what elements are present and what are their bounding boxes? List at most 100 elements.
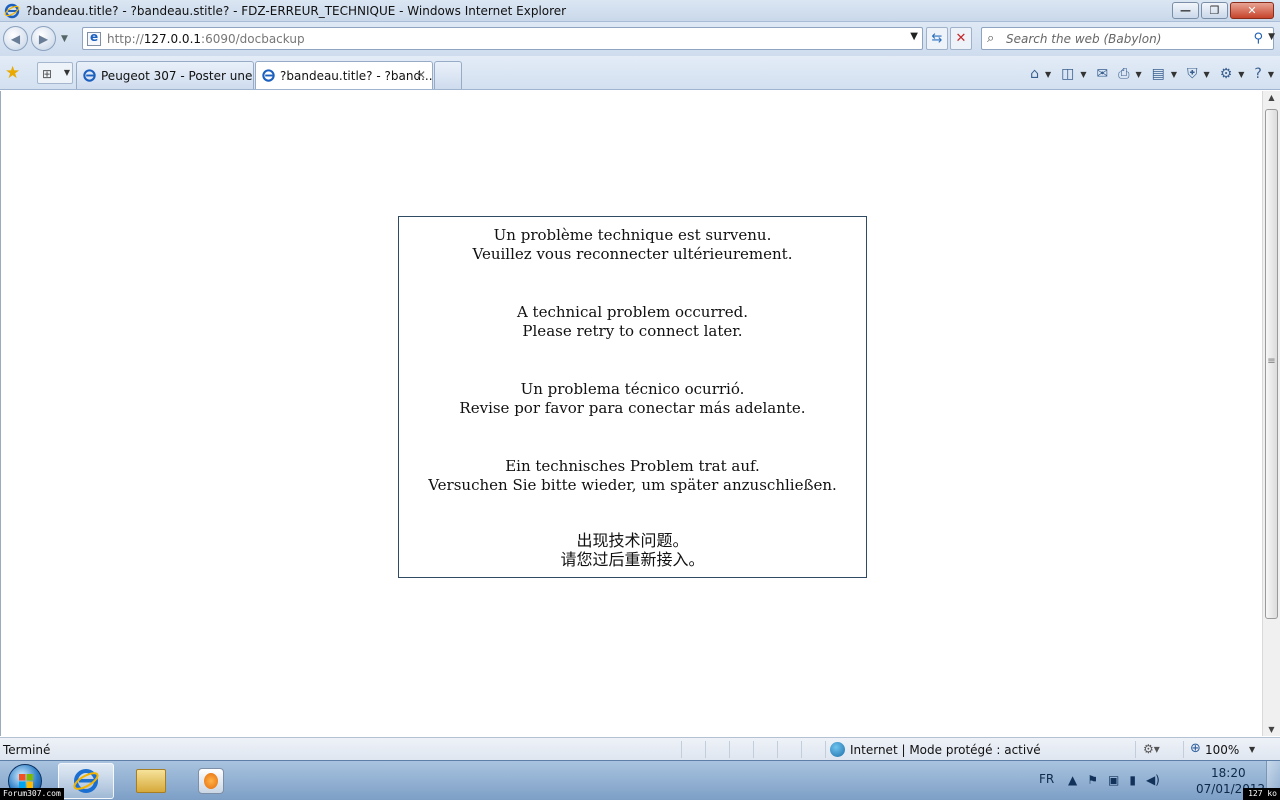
help-icon: ? <box>1254 66 1262 82</box>
tools-menu-button[interactable]: ⚙ ▼ <box>1218 64 1247 84</box>
favorites-star-icon[interactable]: ★ <box>5 63 20 83</box>
rss-icon: ◫ <box>1061 66 1075 82</box>
read-mail-button[interactable]: ✉ <box>1095 64 1111 84</box>
zoom-dropdown-icon[interactable]: ▼ <box>1249 745 1255 754</box>
media-player-icon[interactable] <box>198 768 224 794</box>
minimize-icon: — <box>1180 4 1191 17</box>
url-path: :6090/docbackup <box>201 32 305 46</box>
scrollbar-thumb[interactable] <box>1265 109 1278 619</box>
forward-button[interactable]: ▶ <box>31 26 56 51</box>
action-center-flag-icon[interactable]: ⚑ <box>1087 773 1098 787</box>
clock-time[interactable]: 18:20 <box>1211 766 1246 780</box>
feeds-button[interactable]: ◫ ▼ <box>1059 64 1088 84</box>
system-tray: ▲ ⚑ ▣ ▮ ◀) <box>1068 773 1160 787</box>
address-dropdown-icon[interactable]: ▼ <box>910 31 918 42</box>
url-prefix: http:// <box>107 32 144 46</box>
taskbar-ie-button[interactable] <box>58 763 114 799</box>
error-line: 请您过后重新接入。 <box>560 550 705 569</box>
volume-icon[interactable]: ◀) <box>1146 773 1160 787</box>
quick-tabs-button[interactable]: ⊞ ▼ <box>37 62 73 84</box>
status-divider <box>777 741 778 758</box>
search-box[interactable]: ⌕ Search the web (Babylon) ⚲ ▼ <box>981 27 1275 50</box>
navigation-bar: ◀ ▶ ▼ http://127.0.0.1:6090/docbackup ▼ … <box>0 22 1280 56</box>
command-bar: ⌂ ▼ ◫ ▼ ✉ ⎙ ▼ ▤ ▼ ⛨ ▼ ⚙ ▼ ? ▼ <box>1028 63 1276 85</box>
vertical-scrollbar[interactable]: ▲ ▼ <box>1262 91 1280 736</box>
refresh-button[interactable]: ⇆ <box>926 27 948 50</box>
forum-watermark: Forum307.com <box>0 788 64 800</box>
error-line: Versuchen Sie bitte wieder, um später an… <box>428 476 837 494</box>
minimize-button[interactable]: — <box>1172 2 1199 19</box>
windows-explorer-folder-icon[interactable] <box>136 769 166 793</box>
page-dropdown-icon[interactable]: ▼ <box>1171 70 1177 79</box>
ie-page-icon <box>83 69 96 82</box>
error-message-fr: Un problème technique est survenu. Veuil… <box>399 226 866 264</box>
error-line: Ein technisches Problem trat auf. <box>505 457 760 475</box>
mail-icon: ✉ <box>1096 66 1109 82</box>
scroll-up-icon[interactable]: ▲ <box>1263 93 1280 102</box>
protected-mode-icon[interactable]: ⚙▾ <box>1143 742 1160 756</box>
ie-logo-icon <box>4 3 20 19</box>
back-button[interactable]: ◀ <box>3 26 28 51</box>
tab-list-dropdown-icon[interactable]: ▼ <box>64 68 70 77</box>
stop-button[interactable]: ✕ <box>950 27 972 50</box>
page-icon <box>87 30 101 46</box>
tools-dropdown-icon[interactable]: ▼ <box>1238 70 1244 79</box>
network-adapter-icon[interactable]: ▣ <box>1108 773 1119 787</box>
search-icon[interactable]: ⚲ <box>1253 31 1263 46</box>
zoom-level[interactable]: 100% <box>1205 743 1239 757</box>
file-size-watermark: 127 ko <box>1243 788 1280 800</box>
close-button[interactable]: ✕ <box>1230 2 1274 19</box>
safety-menu-button[interactable]: ⛨ ▼ <box>1185 64 1212 84</box>
window-title: ?bandeau.title? - ?bandeau.stitle? - FDZ… <box>26 4 567 18</box>
error-message-de: Ein technisches Problem trat auf. Versuc… <box>399 457 866 495</box>
print-button[interactable]: ⎙ ▼ <box>1116 64 1143 84</box>
quick-tabs-icon: ⊞ <box>42 67 53 81</box>
safety-dropdown-icon[interactable]: ▼ <box>1204 70 1210 79</box>
page-menu-icon: ▤ <box>1151 66 1165 82</box>
internet-zone-globe-icon <box>830 742 845 757</box>
address-url[interactable]: http://127.0.0.1:6090/docbackup <box>107 32 305 46</box>
stop-icon: ✕ <box>955 31 967 46</box>
signal-strength-icon[interactable]: ▮ <box>1129 773 1136 787</box>
error-line: Un problème technique est survenu. <box>493 226 772 244</box>
page-content: Un problème technique est survenu. Veuil… <box>0 91 1262 736</box>
close-icon: ✕ <box>1247 4 1257 17</box>
close-tab-icon[interactable]: ✕ <box>416 68 426 82</box>
shield-icon: ⛨ <box>1187 66 1198 82</box>
windows-taskbar: FR ▲ ⚑ ▣ ▮ ◀) 18:20 07/01/2012 <box>0 760 1280 800</box>
error-line: 出现技术问题。 <box>576 531 689 550</box>
ie-page-icon <box>262 69 275 82</box>
new-tab-button[interactable] <box>434 61 462 89</box>
window-controls: — ❐ ✕ <box>1172 2 1274 20</box>
maximize-icon: ❐ <box>1209 4 1220 17</box>
status-divider <box>729 741 730 758</box>
show-hidden-icons-icon[interactable]: ▲ <box>1068 773 1077 787</box>
help-dropdown-icon[interactable]: ▼ <box>1268 70 1274 79</box>
status-divider <box>1135 741 1136 758</box>
tab-peugeot[interactable]: Peugeot 307 - Poster une r... <box>76 61 271 89</box>
home-dropdown-icon[interactable]: ▼ <box>1045 70 1051 79</box>
error-line: Veuillez vous reconnecter ultérieurement… <box>472 245 793 263</box>
status-divider <box>825 741 826 758</box>
search-dropdown-icon[interactable]: ▼ <box>1268 32 1275 42</box>
scroll-down-icon[interactable]: ▼ <box>1263 725 1280 734</box>
security-zone[interactable]: Internet | Mode protégé : activé <box>850 743 1041 757</box>
status-divider <box>1183 741 1184 758</box>
tab-error-page[interactable]: ?bandeau.title? - ?band... ✕ <box>255 61 433 89</box>
windows-logo-icon <box>19 774 33 788</box>
address-bar[interactable]: http://127.0.0.1:6090/docbackup ▼ <box>82 27 923 50</box>
home-button[interactable]: ⌂ ▼ <box>1028 64 1053 84</box>
print-dropdown-icon[interactable]: ▼ <box>1135 70 1141 79</box>
help-menu-button[interactable]: ? ▼ <box>1252 64 1276 84</box>
error-line: Revise por favor para conectar más adela… <box>459 399 806 417</box>
zoom-icon[interactable]: ⊕ <box>1190 741 1201 756</box>
recent-pages-dropdown-icon[interactable]: ▼ <box>61 34 68 44</box>
feeds-dropdown-icon[interactable]: ▼ <box>1080 70 1086 79</box>
input-language[interactable]: FR <box>1039 772 1054 786</box>
maximize-button[interactable]: ❐ <box>1201 2 1228 19</box>
title-bar[interactable]: ?bandeau.title? - ?bandeau.stitle? - FDZ… <box>0 0 1280 22</box>
search-input[interactable]: Search the web (Babylon) <box>1006 32 1161 46</box>
error-message-en: A technical problem occurred. Please ret… <box>399 303 866 341</box>
page-menu-button[interactable]: ▤ ▼ <box>1150 64 1179 84</box>
home-icon: ⌂ <box>1030 66 1039 82</box>
